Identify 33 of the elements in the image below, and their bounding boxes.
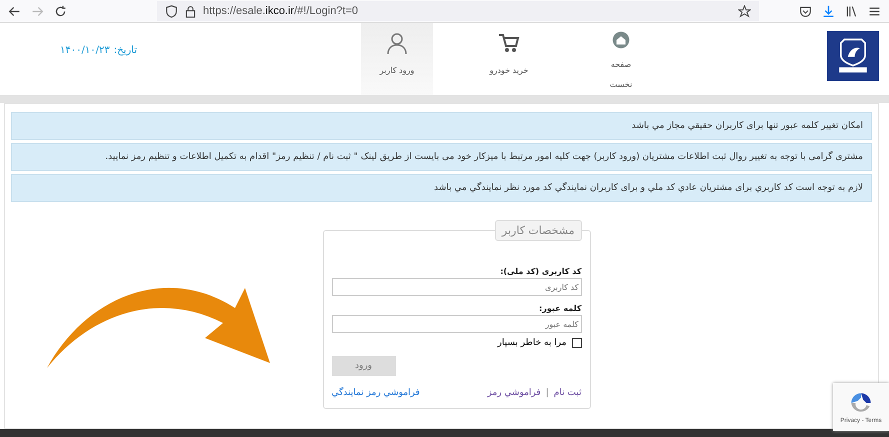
input-field[interactable]: کلمه عبور	[332, 315, 582, 333]
lock-icon	[184, 4, 197, 18]
shield-icon	[165, 4, 178, 18]
nav-item[interactable]: ورود کاربر	[361, 23, 433, 95]
pocket-icon[interactable]	[799, 4, 812, 18]
download-icon[interactable]	[822, 4, 835, 18]
register-link[interactable]: ثبت نام	[554, 388, 582, 398]
link-separator: |	[546, 388, 549, 398]
address-bar[interactable]: https://esale.ikco.ir/#!/Login?t=0	[157, 1, 759, 21]
menu-icon[interactable]	[868, 4, 881, 18]
back-icon[interactable]	[8, 4, 21, 18]
agent-password-link[interactable]: فراموشي رمز نمایندگي	[332, 388, 420, 398]
input-field[interactable]: کد کاربری	[332, 278, 582, 296]
date-label: تاریخ:	[114, 45, 137, 58]
panel-legend: مشخصات کاربر	[494, 220, 582, 241]
notice-banner: مشتری گرامی با توجه به تغییر روال ثبت اطلاعات مشتریان (ورود کاربر) جهت کلیه امور مرتبط با میزکار خود می بایست از طریق لینک " ثبت نام / تنظیم رمز" اقدام به تکمیل اطلاعات و تنظیم رمز نمایید.	[11, 143, 872, 171]
nav-item[interactable]: صفحه نخست	[585, 23, 657, 95]
library-icon[interactable]	[845, 4, 858, 18]
forgot-password-link[interactable]: فراموشي رمز	[487, 388, 541, 398]
notice-banner: امکان تغییر کلمه عبور تنها برای کاربران حقیقي مجاز مي باشد	[11, 112, 872, 140]
cart-icon	[497, 31, 521, 55]
logo-icon[interactable]	[827, 31, 879, 81]
date-value: ۱۴۰۰/۱۰/۲۳	[60, 45, 110, 58]
notice-banner: لازم به توجه است کد کاربري برای مشتریان عادي کد ملي و برای کاربران نمایندگي کد مورد نظر نمایندگي مي باشد	[11, 174, 872, 202]
reload-icon[interactable]	[54, 4, 67, 18]
user-icon	[385, 31, 409, 55]
checkbox[interactable]	[572, 338, 582, 348]
field-label: کد کاربری (کد ملی):	[499, 267, 582, 276]
field-label: کلمه عبور:	[538, 304, 582, 313]
nav-item[interactable]: خرید خودرو	[473, 23, 545, 95]
checkbox-label: مرا به خاطر بسپار	[498, 338, 566, 348]
bookmark-star-icon[interactable]	[738, 4, 751, 18]
url-text: https://esale.ikco.ir/#!/Login?t=0	[203, 5, 358, 17]
